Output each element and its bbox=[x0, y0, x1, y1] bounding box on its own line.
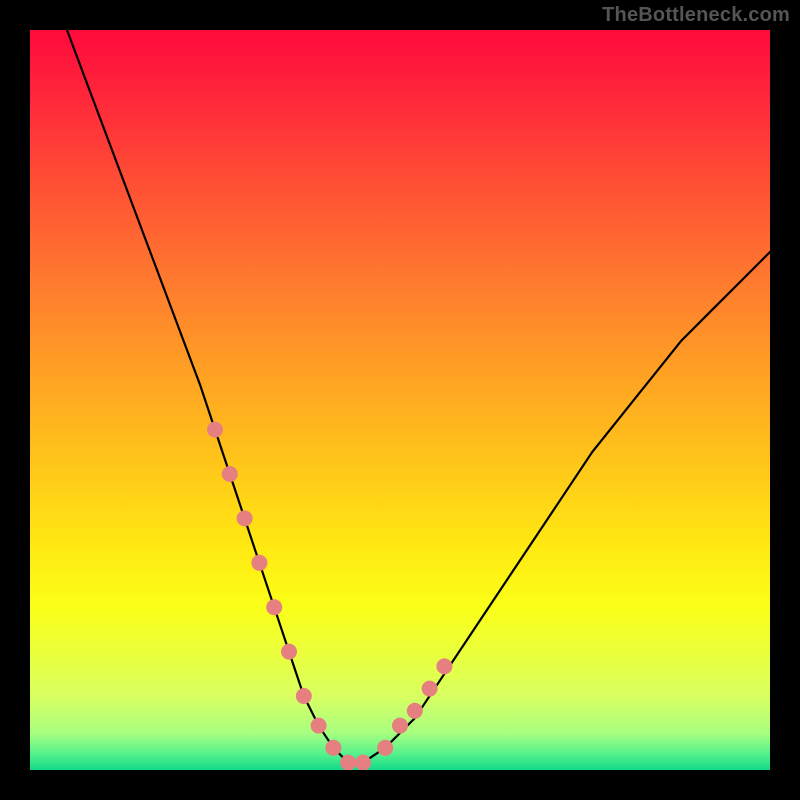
chart-svg bbox=[30, 30, 770, 770]
highlight-dot bbox=[355, 755, 371, 770]
highlight-dot bbox=[222, 466, 238, 482]
highlight-dot bbox=[340, 755, 356, 770]
highlight-dot bbox=[377, 740, 393, 756]
plot-area bbox=[30, 30, 770, 770]
highlight-dot bbox=[392, 718, 408, 734]
highlight-dot bbox=[422, 681, 438, 697]
highlight-dot bbox=[251, 555, 267, 571]
highlight-dot bbox=[207, 422, 223, 438]
highlight-dot bbox=[407, 703, 423, 719]
highlight-layer bbox=[207, 422, 452, 770]
watermark-text: TheBottleneck.com bbox=[602, 4, 790, 27]
highlight-dot bbox=[237, 510, 253, 526]
highlight-dot bbox=[311, 718, 327, 734]
highlight-dot bbox=[436, 658, 452, 674]
highlight-dot bbox=[266, 599, 282, 615]
highlight-dot bbox=[325, 740, 341, 756]
highlight-dot bbox=[296, 688, 312, 704]
bottleneck-curve bbox=[67, 30, 770, 763]
chart-frame: TheBottleneck.com bbox=[0, 0, 800, 800]
highlight-dot bbox=[281, 644, 297, 660]
